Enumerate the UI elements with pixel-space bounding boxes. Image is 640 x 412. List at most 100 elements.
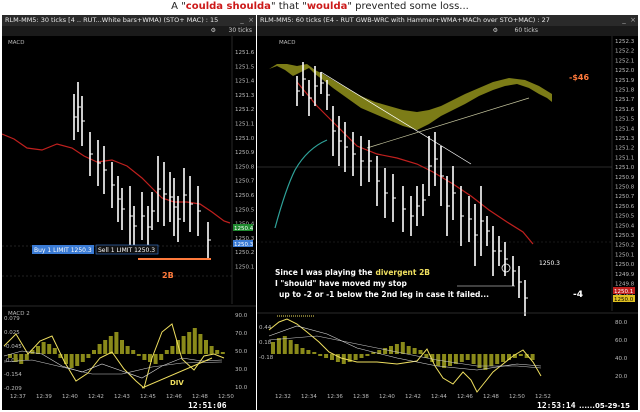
histogram-bar: [365, 354, 370, 356]
right-macd-area: [269, 64, 552, 130]
chart-settings-icon[interactable]: ⚙: [211, 26, 216, 36]
price-tick: 1251.2: [615, 146, 634, 152]
histogram-bar: [459, 354, 464, 362]
price-tick: 1251.0: [615, 165, 635, 171]
price-tick: 1249.8: [615, 282, 635, 288]
histogram-bar: [359, 354, 364, 358]
price-tick: 1250.5: [235, 207, 255, 213]
time-tick: 12:48: [192, 394, 208, 400]
left-wma-line: [2, 133, 231, 224]
histogram-bar: [448, 354, 452, 366]
right-panel-label: MACD: [279, 40, 296, 46]
left-price-bars: [73, 82, 211, 258]
time-tick: 12:50: [218, 394, 234, 400]
histogram-bar: [215, 350, 220, 354]
histogram-bar: [153, 354, 158, 364]
indicator-tick-right: 60.0: [615, 338, 628, 344]
price-tick: 1251.3: [615, 136, 635, 142]
histogram-bar: [131, 350, 136, 354]
right-chart-svg: MACD 1252.3 1252.2 1252.1 1252.0 1251.9 1251.…: [257, 36, 638, 410]
histogram-bar: [24, 354, 29, 360]
price-tick: 1250.9: [235, 150, 255, 156]
histogram-bar: [108, 336, 113, 354]
hammer-marker: [501, 263, 511, 273]
indicator-tick-right: 10.0: [235, 385, 248, 391]
headline: A "coulda shoulda" that "woulda" prevent…: [171, 1, 469, 12]
price-tick: 1251.3: [235, 93, 255, 99]
price-tick: 1251.6: [235, 50, 255, 56]
histogram-bar: [276, 338, 281, 354]
price-tick: 1251.0: [235, 136, 255, 142]
left-chart-window: RLM-MM5: 30 ticks [4 .. RUT...White bars…: [2, 15, 256, 410]
histogram-bar: [288, 340, 293, 354]
price-tick: 1251.5: [235, 64, 255, 70]
indicator-tick-left: 0.44: [259, 325, 272, 331]
price-tick: 1250.6: [615, 204, 635, 210]
time-tick: 12:34: [301, 394, 317, 400]
right-teal-ma: [274, 139, 328, 229]
indicator-tick-left: -0.209: [4, 386, 22, 392]
histogram-bar: [69, 354, 74, 368]
price-tick: 1251.1: [615, 155, 634, 161]
time-tick: 12:42: [405, 394, 421, 400]
price-tick: 1251.8: [615, 88, 635, 94]
svg-text:up to -2 or -1 below the 2nd l: up to -2 or -1 below the 2nd leg in case…: [279, 290, 489, 299]
close-button[interactable]: ×: [629, 16, 637, 24]
price-tick: 1250.6: [235, 193, 255, 199]
histogram-bar: [465, 354, 470, 360]
histogram-bar: [75, 354, 80, 366]
svg-text:I "should" have moved my stop: I "should" have moved my stop: [275, 279, 407, 288]
price-tick: 1251.4: [615, 126, 635, 132]
indicator-tick-left: 0.079: [4, 316, 20, 322]
indicator-tick-right: 70.0: [235, 331, 248, 337]
right-date: ......05-29-15: [579, 402, 630, 410]
price-tag-right: 1250.3: [539, 260, 560, 267]
time-tick: 12:43: [114, 394, 130, 400]
histogram-bar: [204, 340, 208, 354]
annotation-div: DIV: [170, 379, 184, 387]
histogram-bar: [52, 348, 57, 354]
trendline-upper: [320, 71, 472, 165]
time-tick: 12:37: [10, 394, 26, 400]
annotation-2b: 2B: [162, 271, 174, 280]
histogram-bar: [209, 346, 214, 354]
price-tick: 1250.7: [235, 179, 255, 185]
time-tick: 12:39: [36, 394, 52, 400]
annotation-4: -4: [573, 290, 583, 300]
minimize-button[interactable]: _: [238, 16, 246, 24]
histogram-bar: [306, 350, 311, 354]
histogram-bar: [483, 354, 488, 370]
price-tick: 1250.9: [615, 175, 635, 181]
close-button[interactable]: ×: [247, 16, 255, 24]
price-tick: 1251.4: [235, 79, 255, 85]
price-tick: 1251.6: [615, 107, 635, 113]
price-tick: 1250.0: [615, 262, 635, 268]
histogram-bar: [324, 354, 329, 358]
indicator-tick-right: 50.0: [235, 349, 248, 355]
price-tick: 1251.1: [235, 122, 254, 128]
price-tick: 1250.5: [615, 214, 635, 220]
minimize-button[interactable]: _: [620, 16, 628, 24]
left-macd-line: [3, 359, 223, 375]
left-panel-label: MACD: [8, 40, 25, 46]
price-tag-blue: 1250.3: [234, 242, 254, 248]
indicator-tick-left: -0.045: [4, 344, 22, 350]
left-toolbar: 30 ticks ⚙: [2, 26, 256, 36]
ticks-selector[interactable]: 60 ticks: [515, 26, 538, 36]
time-tick: 12:50: [509, 394, 525, 400]
histogram-bar: [125, 346, 130, 354]
price-tick: 1251.5: [615, 117, 635, 123]
time-tick: 12:44: [431, 394, 447, 400]
annotation-46: -$46: [569, 73, 589, 82]
price-tick: 1250.1: [235, 265, 254, 271]
ticks-selector[interactable]: 30 ticks: [229, 26, 252, 36]
right-price-bars: [296, 62, 528, 316]
indicator-tick-left: -0.18: [259, 355, 274, 361]
chart-settings-icon[interactable]: ⚙: [493, 26, 498, 36]
histogram-bar: [164, 350, 169, 354]
histogram-bar: [518, 354, 523, 356]
histogram-bar: [136, 354, 141, 356]
right-price-axis: 1252.3 1252.2 1252.1 1252.0 1251.9 1251.8 1251…: [615, 39, 635, 297]
histogram-bar: [19, 354, 24, 364]
histogram-bar: [92, 350, 96, 354]
